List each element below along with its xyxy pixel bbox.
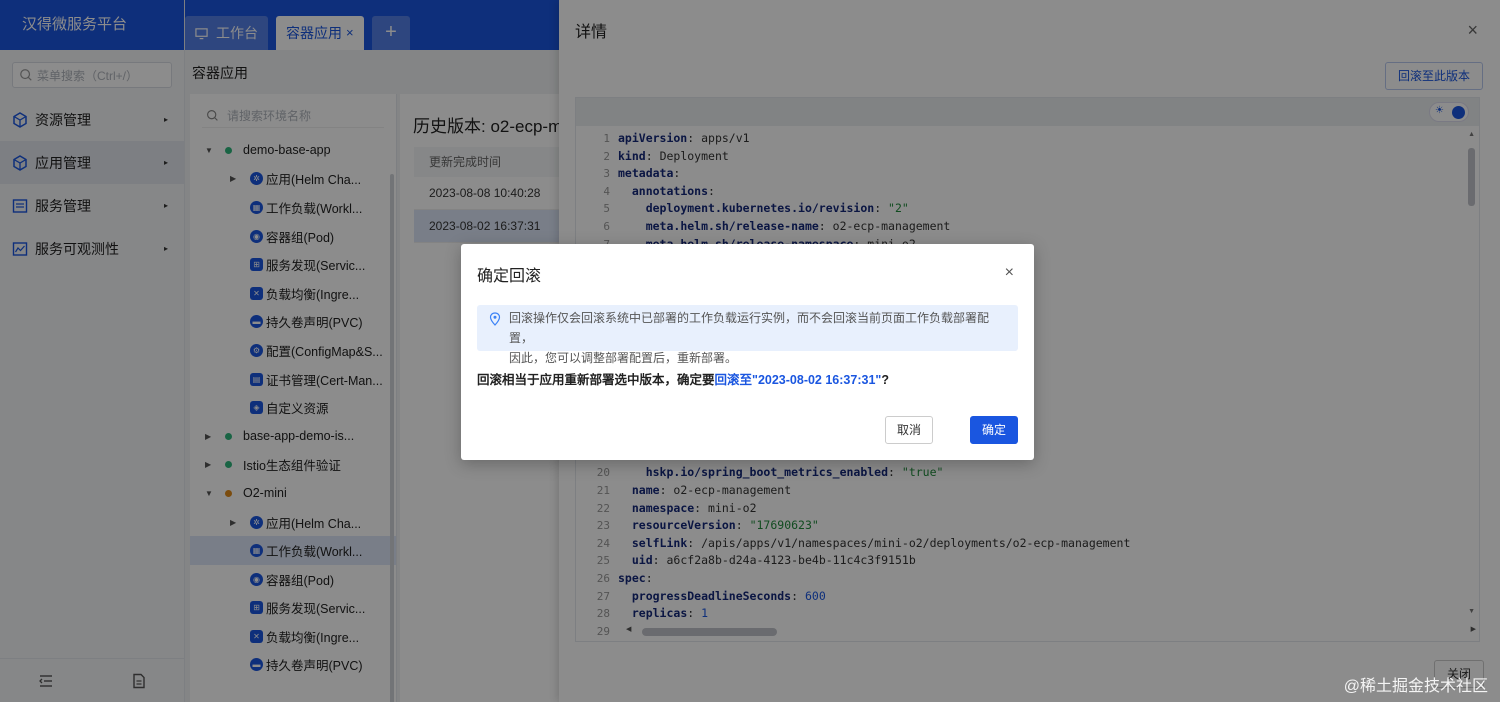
cancel-button[interactable]: 取消 bbox=[884, 416, 933, 444]
confirm-rollback-dialog: 确定回滚 × 回滚操作仅会回滚系统中已部署的工作负载运行实例，而不会回滚当前页面… bbox=[461, 244, 1034, 460]
info-alert: 回滚操作仅会回滚系统中已部署的工作负载运行实例，而不会回滚当前页面工作负载部署配… bbox=[477, 305, 1018, 365]
dialog-title: 确定回滚 bbox=[477, 268, 542, 285]
watermark: @稀土掘金技术社区 bbox=[1343, 678, 1488, 695]
confirm-button[interactable]: 确定 bbox=[969, 416, 1018, 444]
message-suffix: ? bbox=[881, 373, 889, 387]
alert-line-2: 因此，您可以调整部署配置后，重新部署。 bbox=[509, 351, 738, 365]
location-info-icon bbox=[489, 312, 501, 326]
message-highlight: 回滚至"2023-08-02 16:37:31" bbox=[714, 373, 882, 387]
alert-line-1: 回滚操作仅会回滚系统中已部署的工作负载运行实例，而不会回滚当前页面工作负载部署配… bbox=[509, 311, 990, 345]
dialog-message: 回滚相当于应用重新部署选中版本，确定要回滚至"2023-08-02 16:37:… bbox=[477, 369, 889, 388]
close-icon[interactable]: × bbox=[1005, 264, 1014, 282]
message-prefix: 回滚相当于应用重新部署选中版本，确定要 bbox=[477, 373, 715, 387]
